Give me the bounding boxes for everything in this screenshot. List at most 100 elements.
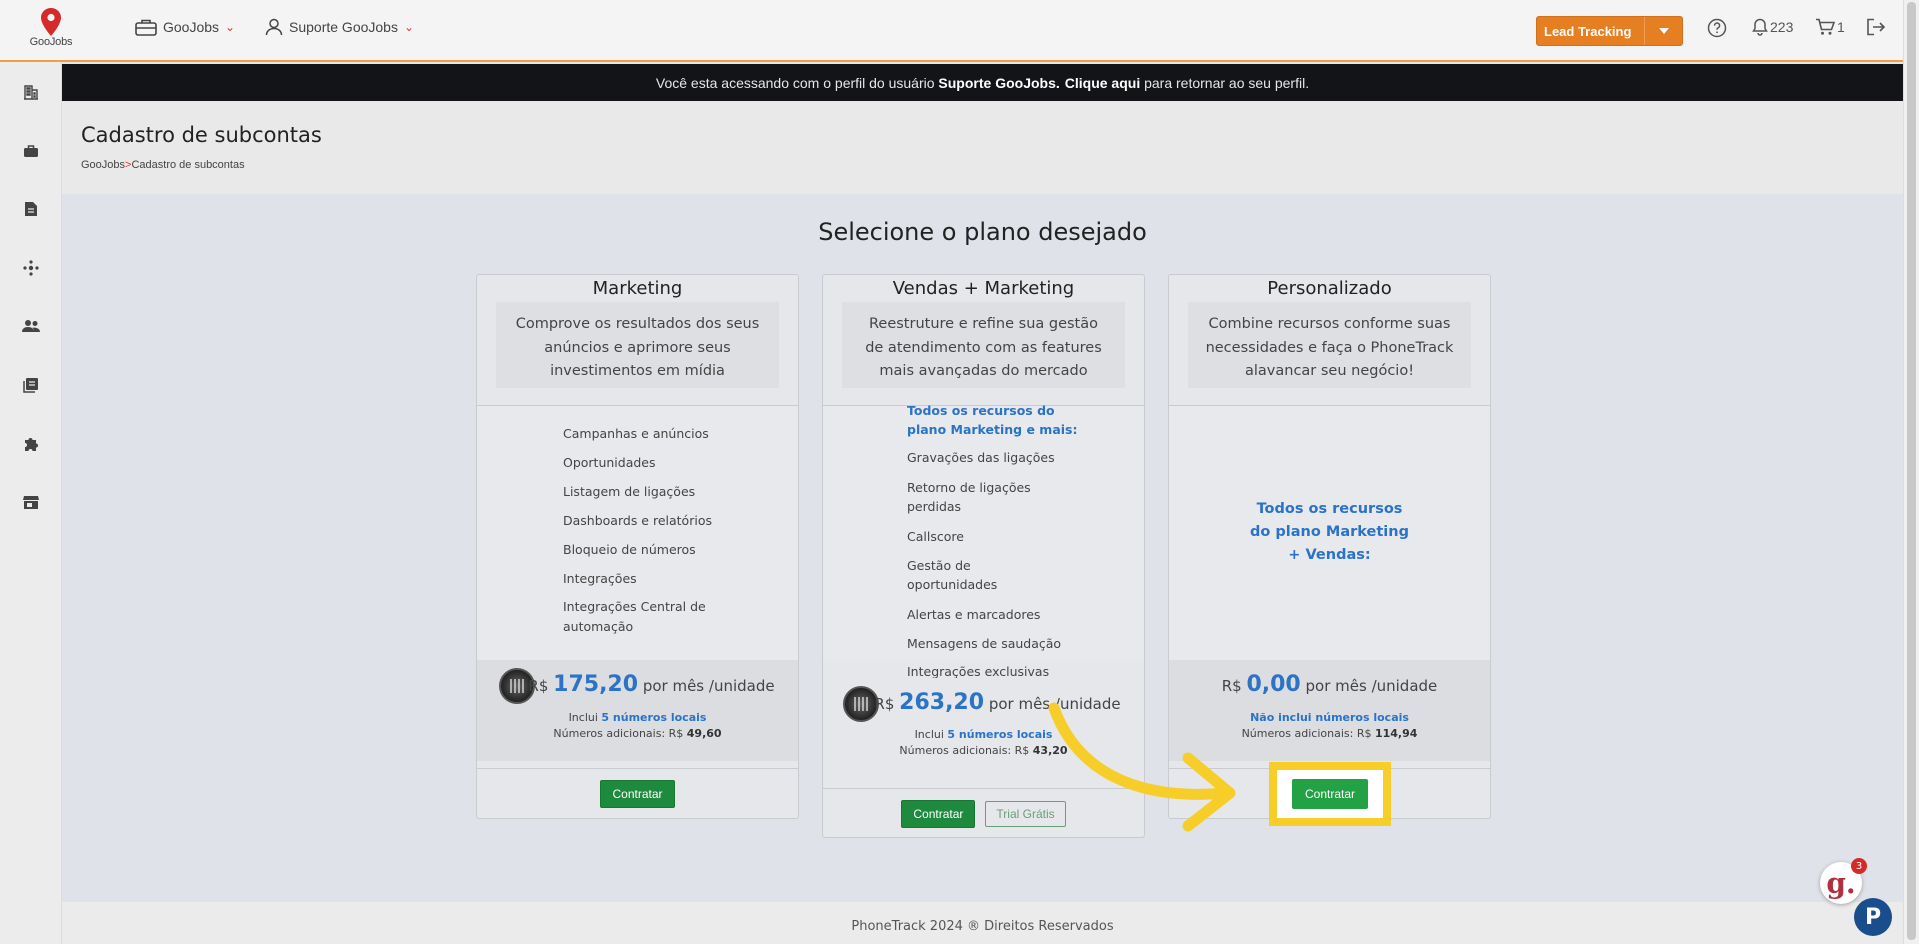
sidebar-item-library[interactable] — [21, 375, 41, 395]
breadcrumb-current: Cadastro de subcontas — [131, 159, 245, 171]
plan-card-marketing: Marketing Comprove os resultados dos seu… — [476, 274, 799, 819]
price-value: 0,00 — [1246, 672, 1301, 697]
chat-badge: 3 — [1851, 858, 1867, 874]
feature-item: Dashboards e relatórios — [563, 513, 712, 528]
feature-item: Callscore — [907, 529, 964, 544]
plan-description: Combine recursos conforme suas necessida… — [1188, 302, 1471, 388]
company-menu-label: GooJobs — [163, 19, 220, 35]
contratar-button[interactable]: Contratar — [901, 799, 976, 828]
sidebar-item-store[interactable] — [21, 492, 41, 512]
users-icon — [22, 320, 40, 332]
highlighted-contratar: Contratar — [1269, 762, 1391, 826]
price-currency: R$ — [528, 677, 549, 695]
plan-description-line: alavancar seu negócio! — [1244, 363, 1415, 379]
page-scrollbar[interactable] — [1903, 0, 1919, 944]
plan-features: Todos os recursos do plano Marketing e m… — [823, 403, 1144, 679]
price-value: 175,20 — [553, 672, 639, 697]
additional-value: 49,60 — [686, 727, 722, 740]
logo-text: GooJobs — [29, 36, 73, 48]
store-icon — [23, 495, 39, 509]
plan-description-line: de atendimento com as features — [865, 339, 1102, 356]
additional-label: Números adicionais: R$ — [899, 744, 1033, 757]
plan-description-line: necessidades e faça o PhoneTrack — [1205, 339, 1454, 356]
goojobs-logo[interactable]: GooJobs — [22, 8, 80, 56]
plan-features: Campanhas e anúncios Oportunidades Lista… — [477, 406, 798, 660]
features-title: plano Marketing e mais: — [907, 422, 1078, 437]
user-menu-label: Suporte GooJobs — [289, 19, 398, 35]
lead-tracking-dropdown-toggle[interactable] — [1644, 17, 1682, 45]
sidebar-item-integrations[interactable] — [21, 434, 41, 454]
help-button[interactable] — [1707, 18, 1727, 38]
plan-features: Todos os recursos do plano Marketing + V… — [1169, 406, 1490, 660]
sidebar-item-companies[interactable] — [21, 82, 41, 102]
feature-item: oportunidades — [907, 577, 998, 592]
lead-tracking-button[interactable]: Lead Tracking — [1536, 16, 1683, 46]
footer: PhoneTrack 2024 ® Direitos Reservados — [62, 902, 1903, 944]
plan-name: Vendas + Marketing — [892, 278, 1075, 299]
cart-button[interactable]: 1 — [1815, 18, 1845, 36]
plan-description-line: mais avançadas do mercado — [879, 363, 1088, 379]
feature-item: Gestão de — [907, 558, 971, 573]
features-title: Todos os recursos do — [907, 403, 1055, 418]
help-icon — [1707, 18, 1727, 38]
plan-pricing: R$ 175,20 por mês /unidade Inclui 5 núme… — [477, 660, 798, 761]
cart-icon — [1816, 18, 1835, 35]
phonetrack-widget-button[interactable]: P — [1854, 898, 1892, 936]
library-icon — [23, 378, 38, 393]
feature-item: perdidas — [907, 499, 962, 514]
user-menu[interactable]: Suporte GooJobs ⌄ — [265, 18, 414, 36]
top-bar: GooJobs GooJobs ⌄ Suporte GooJobs ⌄ Lead… — [0, 0, 1903, 62]
plan-description-line: Comprove os resultados dos seus — [515, 316, 760, 332]
feature-item: automação — [563, 619, 634, 634]
features-title-line: do plano Marketing — [1250, 524, 1409, 540]
company-menu[interactable]: GooJobs ⌄ — [135, 18, 235, 36]
plan-name: Personalizado — [1267, 278, 1392, 299]
notifications-count: 223 — [1770, 19, 1794, 35]
sidebar-item-network[interactable] — [21, 258, 41, 278]
plan-description-line: anúncios e aprimore seus — [544, 339, 731, 356]
sidebar-item-users[interactable] — [21, 316, 41, 336]
includes-prefix: Inclui — [568, 711, 602, 724]
features-title-line: Todos os recursos — [1256, 501, 1403, 517]
plan-description-line: Combine recursos conforme suas — [1208, 316, 1451, 332]
includes-numbers: 5 números locais — [601, 711, 707, 724]
feature-item: Retorno de ligações — [907, 480, 1031, 495]
features-title: Todos os recursos do plano Marketing + V… — [1169, 498, 1490, 567]
breadcrumb: GooJobs>Cadastro de subcontas — [81, 159, 245, 171]
sidebar-item-jobs[interactable] — [21, 141, 41, 161]
banner-prefix: Você esta acessando com o perfil do usuá… — [655, 74, 939, 91]
sidebar-item-documents[interactable] — [21, 199, 41, 219]
scrollbar-thumb[interactable] — [1907, 2, 1916, 940]
feature-item: Mensagens de saudação — [907, 636, 1062, 651]
features-title-line: + Vendas: — [1288, 547, 1371, 563]
chevron-down-icon: ⌄ — [403, 20, 415, 34]
phonetrack-letter: P — [1864, 904, 1882, 930]
feature-item: Gravações das ligações — [907, 450, 1055, 465]
plan-additional: Números adicionais: R$ 49,60 — [477, 727, 798, 740]
page-header: Cadastro de subcontas GooJobs>Cadastro d… — [62, 101, 1903, 194]
logout-button[interactable] — [1866, 18, 1886, 36]
contratar-button[interactable]: Contratar — [600, 779, 675, 808]
breadcrumb-root[interactable]: GooJobs — [81, 159, 125, 171]
additional-value: 114,94 — [1374, 727, 1418, 740]
price-currency: R$ — [874, 695, 895, 713]
feature-item: Listagem de ligações — [563, 484, 696, 499]
network-icon — [23, 260, 39, 276]
includes-numbers: 5 números locais — [947, 728, 1053, 741]
banner-return-link[interactable]: Clique aqui — [1065, 75, 1140, 91]
bell-icon — [1752, 18, 1768, 36]
plan-includes: Inclui 5 números locais — [477, 711, 798, 724]
feature-item: Campanhas e anúncios — [563, 426, 709, 441]
chevron-down-icon: ⌄ — [225, 20, 236, 34]
additional-label: Números adicionais: R$ — [553, 727, 687, 740]
contratar-button[interactable]: Contratar — [1291, 779, 1369, 809]
building-icon — [24, 85, 38, 100]
plan-description: Comprove os resultados dos seus anúncios… — [496, 302, 779, 388]
logout-icon — [1867, 18, 1886, 36]
notifications-button[interactable]: 223 — [1752, 18, 1793, 36]
chat-widget-letter: g. — [1826, 866, 1856, 900]
caret-down-icon — [1658, 28, 1669, 34]
impersonation-banner: Você esta acessando com o perfil do usuá… — [62, 64, 1903, 101]
briefcase-icon — [24, 145, 38, 157]
feature-item: Alertas e marcadores — [907, 607, 1041, 622]
